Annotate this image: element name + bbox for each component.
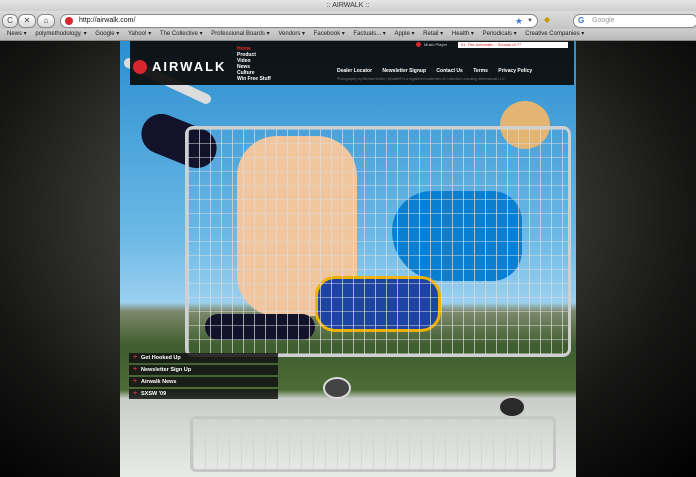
site-logo[interactable]: AIRWALK: [152, 59, 226, 74]
bookmark-periodicals[interactable]: Periodicals ▾: [483, 29, 517, 40]
plus-icon: +: [133, 378, 138, 385]
side-item-get-hooked-up[interactable]: + Get Hooked Up: [129, 353, 278, 363]
side-menu: + Get Hooked Up + Newsletter Sign Up + A…: [129, 353, 278, 401]
side-item-label: Get Hooked Up: [141, 355, 181, 361]
plus-icon: +: [133, 354, 138, 361]
bookmark-professional-boards[interactable]: Professional Boards ▾: [211, 29, 269, 40]
bookmark-news[interactable]: News ▾: [7, 29, 27, 40]
link-contact-us[interactable]: Contact Us: [436, 68, 462, 74]
plus-icon: +: [133, 390, 138, 397]
side-item-airwalk-news[interactable]: + Airwalk News: [129, 377, 278, 387]
shopping-cart-base: [190, 416, 556, 472]
search-bar[interactable]: G Google: [573, 14, 696, 28]
bookmark-factuals[interactable]: Factuals... ▾: [353, 29, 385, 40]
address-bar[interactable]: http://airwalk.com/ ★ ▼: [60, 14, 538, 28]
music-player-label: Music Player: [424, 42, 447, 47]
side-item-sxsw-09[interactable]: + SXSW '09: [129, 389, 278, 399]
history-dropdown-icon[interactable]: ▼: [527, 15, 533, 27]
link-newsletter-signup[interactable]: Newsletter Signup: [382, 68, 426, 74]
shopping-cart-basket: [185, 126, 571, 357]
bookmark-creative-companies[interactable]: Creative Companies ▾: [525, 29, 584, 40]
photo-credit: Photography by Michael Muller | Airwalk®…: [337, 77, 506, 81]
search-placeholder: Google: [592, 17, 615, 24]
cart-wheel-back: [498, 396, 526, 418]
header-links: Dealer Locator Newsletter Signup Contact…: [337, 68, 541, 74]
airwalk-logo-icon[interactable]: [133, 60, 147, 74]
side-item-label: SXSW '09: [141, 391, 167, 397]
page-viewport: AIRWALK Home Product Video News Culture …: [0, 41, 696, 477]
side-item-newsletter-sign-up[interactable]: + Newsletter Sign Up: [129, 365, 278, 375]
music-player: Music Player 01. The Automatic :: Sounds…: [412, 42, 572, 49]
site-favicon-icon: [65, 17, 73, 25]
link-terms[interactable]: Terms: [473, 68, 488, 74]
music-player-icon[interactable]: [416, 42, 421, 47]
bookmark-yahoo[interactable]: Yahoo! ▾: [128, 29, 151, 40]
bookmark-the-collective[interactable]: The Collective ▾: [160, 29, 203, 40]
browser-toolbar: C ✕ ⌂ http://airwalk.com/ ★ ▼ ◆ G Google: [0, 11, 696, 29]
link-privacy-policy[interactable]: Privacy Policy: [498, 68, 532, 74]
cart-wheel-front: [323, 377, 351, 399]
bookmark-vendors[interactable]: Vendors ▾: [278, 29, 305, 40]
bookmark-facebook[interactable]: Facebook ▾: [314, 29, 345, 40]
music-player-track[interactable]: 01. The Automatic :: Sounds of 77: [458, 42, 568, 48]
url-text[interactable]: http://airwalk.com/: [79, 15, 135, 27]
addon-icon[interactable]: ◆: [544, 15, 550, 24]
bookmark-star-icon[interactable]: ★: [515, 15, 523, 27]
google-icon[interactable]: G: [578, 16, 584, 26]
home-button[interactable]: ⌂: [37, 14, 55, 28]
stop-button[interactable]: ✕: [18, 14, 36, 28]
side-item-label: Newsletter Sign Up: [141, 367, 192, 373]
menu-item-win-free-stuff[interactable]: Win Free Stuff: [237, 76, 271, 82]
bookmark-google[interactable]: Google ▾: [95, 29, 119, 40]
link-dealer-locator[interactable]: Dealer Locator: [337, 68, 372, 74]
plus-icon: +: [133, 366, 138, 373]
reload-button[interactable]: C: [2, 14, 18, 28]
side-item-label: Airwalk News: [141, 379, 177, 385]
main-menu: Home Product Video News Culture Win Free…: [237, 46, 271, 82]
bookmark-retail[interactable]: Retail ▾: [423, 29, 443, 40]
bookmark-apple[interactable]: Apple ▾: [394, 29, 414, 40]
bookmark-health[interactable]: Health ▾: [452, 29, 474, 40]
bookmarks-bar: News ▾ polymethodology. ▾ Google ▾ Yahoo…: [0, 29, 696, 41]
bookmark-polymethodology[interactable]: polymethodology. ▾: [35, 29, 86, 40]
